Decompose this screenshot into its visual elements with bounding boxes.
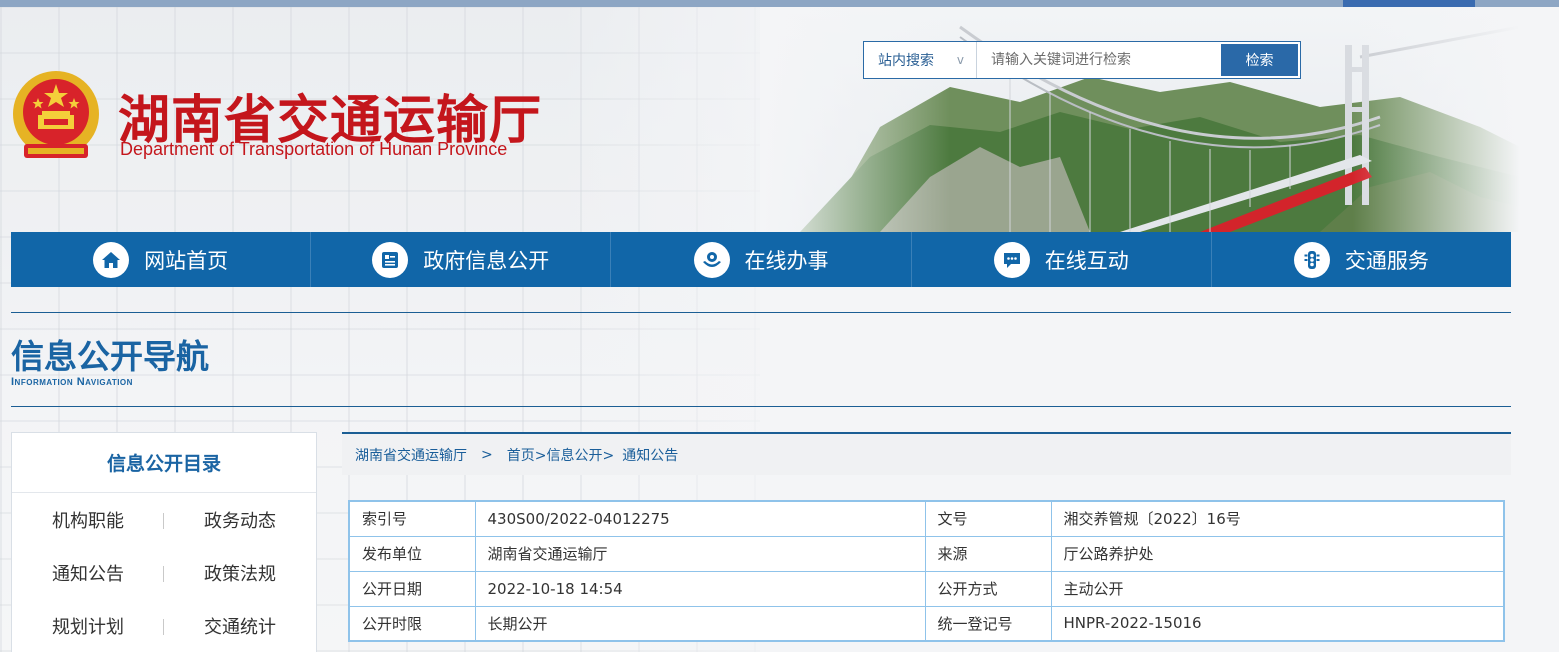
breadcrumb-item-current[interactable]: 通知公告 <box>622 445 678 465</box>
info-value: HNPR-2022-15016 <box>1050 605 1505 642</box>
info-key: 发布单位 <box>348 535 476 572</box>
catalog-item[interactable]: 通知公告 <box>12 546 164 599</box>
table-row: 公开时限 长期公开 统一登记号 HNPR-2022-15016 <box>348 605 1505 642</box>
chat-bubble-icon <box>993 241 1030 278</box>
nav-item-label: 交通服务 <box>1344 248 1429 273</box>
main-nav: 网站首页 政府信息公开 在线办事 在线互动 交通服务 <box>11 232 1511 287</box>
info-key: 索引号 <box>348 500 476 537</box>
section-rule-top <box>11 312 1511 313</box>
nav-item-label: 政府信息公开 <box>423 248 550 273</box>
chevron-down-icon: v <box>956 53 964 67</box>
top-strip <box>0 0 1559 9</box>
breadcrumb-separator: > <box>481 446 493 463</box>
traffic-light-icon <box>1293 241 1330 278</box>
catalog-item[interactable]: 政务动态 <box>164 493 316 546</box>
nav-item-label: 在线办事 <box>744 248 829 273</box>
nav-item-online-service[interactable]: 在线办事 <box>611 232 912 287</box>
info-value: 430S00/2022-04012275 <box>474 500 926 537</box>
nav-item-online-interaction[interactable]: 在线互动 <box>912 232 1212 287</box>
search-button[interactable]: 检索 <box>1221 44 1298 76</box>
section-subtitle: Information Navigation <box>11 376 133 388</box>
nav-item-label: 网站首页 <box>144 248 229 273</box>
nav-item-gov-info[interactable]: 政府信息公开 <box>311 232 612 287</box>
document-list-icon <box>372 241 409 278</box>
info-key: 公开时限 <box>348 605 476 642</box>
search-scope-select[interactable]: 站内搜索 v <box>864 42 977 78</box>
search-bar: 站内搜索 v 检索 <box>863 41 1301 79</box>
info-value: 2022-10-18 14:54 <box>474 570 926 607</box>
info-value: 厅公路养护处 <box>1050 535 1505 572</box>
info-key: 来源 <box>924 535 1052 572</box>
breadcrumb: 湖南省交通运输厅 > 首页>信息公开> 通知公告 <box>342 432 1511 475</box>
service-hand-icon <box>693 241 730 278</box>
home-icon <box>93 241 130 278</box>
nav-item-label: 在线互动 <box>1044 248 1129 273</box>
nav-item-traffic-service[interactable]: 交通服务 <box>1212 232 1511 287</box>
info-value: 湖南省交通运输厅 <box>474 535 926 572</box>
catalog-item[interactable]: 政策法规 <box>164 546 316 599</box>
table-row: 公开日期 2022-10-18 14:54 公开方式 主动公开 <box>348 570 1505 607</box>
national-emblem-logo <box>10 70 102 168</box>
search-input[interactable] <box>977 42 1219 78</box>
catalog-item[interactable]: 规划计划 <box>12 599 164 652</box>
table-row: 发布单位 湖南省交通运输厅 来源 厅公路养护处 <box>348 535 1505 572</box>
info-catalog-panel: 信息公开目录 机构职能 政务动态 通知公告 政策法规 规划计划 交通统计 <box>11 432 317 652</box>
info-key: 统一登记号 <box>924 605 1052 642</box>
info-value: 主动公开 <box>1050 570 1505 607</box>
document-info-table: 索引号 430S00/2022-04012275 文号 湘交养管规〔2022〕1… <box>348 500 1505 642</box>
info-key: 文号 <box>924 500 1052 537</box>
nav-item-home[interactable]: 网站首页 <box>11 232 312 287</box>
section-rule-bottom <box>11 406 1511 407</box>
site-subtitle: Department of Transportation of Hunan Pr… <box>120 139 508 159</box>
info-key: 公开方式 <box>924 570 1052 607</box>
catalog-title: 信息公开目录 <box>12 433 316 493</box>
info-value: 长期公开 <box>474 605 926 642</box>
catalog-item[interactable]: 交通统计 <box>164 599 316 652</box>
search-scope-label: 站内搜索 <box>878 53 934 69</box>
table-row: 索引号 430S00/2022-04012275 文号 湘交养管规〔2022〕1… <box>348 500 1505 537</box>
info-key: 公开日期 <box>348 570 476 607</box>
breadcrumb-item[interactable]: 湖南省交通运输厅 <box>355 445 467 465</box>
catalog-item[interactable]: 机构职能 <box>12 493 164 546</box>
info-value: 湘交养管规〔2022〕16号 <box>1050 500 1505 537</box>
breadcrumb-item[interactable]: 首页>信息公开> <box>507 445 614 465</box>
section-title: 信息公开导航 <box>11 337 209 376</box>
